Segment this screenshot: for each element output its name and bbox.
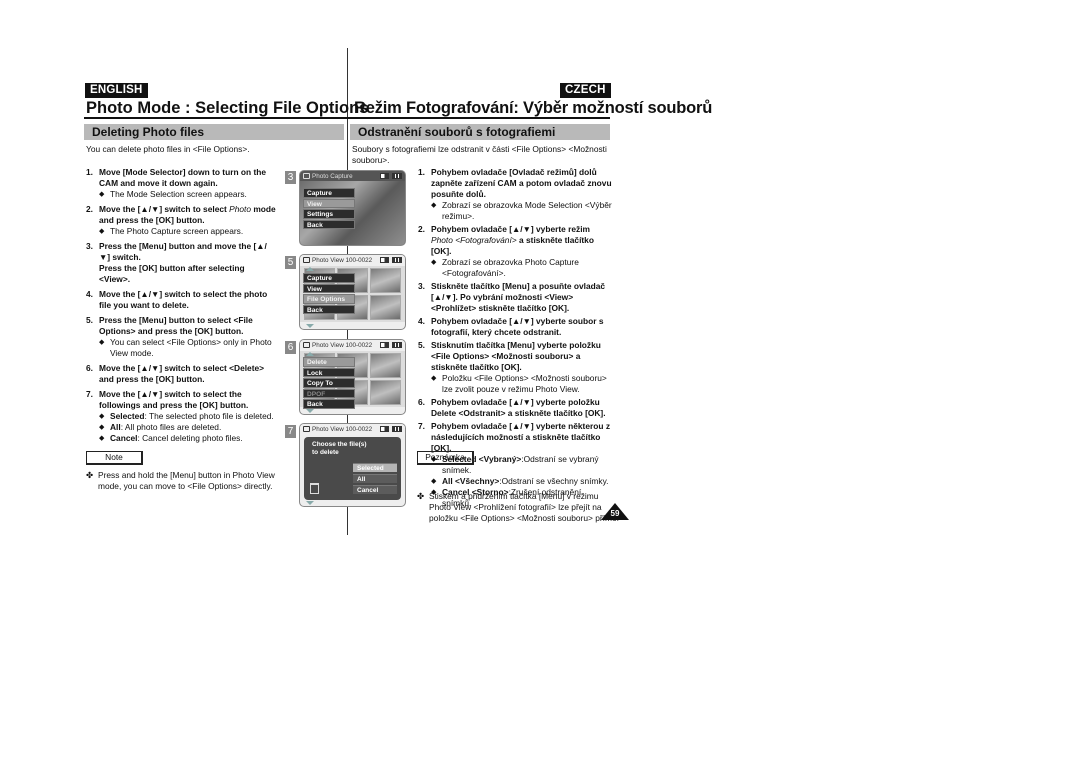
screen-step-tag: 3 [285,171,296,184]
battery-icon [392,426,402,432]
english-option-all: ◆ All: All photo files are deleted. [99,422,222,432]
czech-note-label: Poznámka [417,451,474,465]
czech-section-heading: Odstranění souborů s fotografiemi [350,124,610,140]
english-step-2-note: ◆ The Photo Capture screen appears. [99,226,244,236]
english-option-cancel: ◆ Cancel: Cancel deleting photo files. [99,433,243,443]
screen-step-tag: 6 [285,341,296,354]
page-number: 59 [610,509,620,518]
note-marker-icon: ✤ [417,491,425,501]
english-intro: You can delete photo files in <File Opti… [86,144,250,154]
quality-icon [380,173,389,179]
screen-step-tag: 7 [285,425,296,438]
menu-item-dpof: DPOF [303,388,355,399]
screen-header: Photo View 100-0022 [312,342,373,349]
scroll-down-icon[interactable] [306,324,314,328]
menu-item-copy-to[interactable]: Copy To [303,378,355,388]
english-step-4: 4. Move the [▲/▼] switch to select the p… [86,289,268,310]
thumbnail[interactable] [370,295,401,320]
menu-item-settings[interactable]: Settings [303,209,355,219]
thumbnail[interactable] [370,380,401,405]
delete-prompt: Choose the file(s) to delete [312,441,367,456]
battery-icon [392,257,402,263]
quality-icon [380,257,389,263]
english-step-1-note: ◆ The Mode Selection screen appears. [99,189,247,199]
english-step-5: 5. Press the [Menu] button to select <Fi… [86,315,276,359]
screen-photo-capture: Photo Capture Capture View Settings Back [299,170,406,246]
camera-icon [303,257,310,263]
czech-step-5: 5. Stisknutím tlačítka [Menu] vyberte po… [418,340,612,395]
menu-item-view[interactable]: View [303,283,355,294]
trash-icon [310,483,319,494]
english-step-2: 2. Move the [▲/▼] switch to select Photo… [86,204,276,236]
english-steps: 1. Move [Mode Selector] down to turn on … [86,167,276,448]
delete-dialog: Choose the file(s) to delete Selected All… [304,437,401,500]
screen-header: Photo View 100-0022 [312,257,373,264]
screen-header: Photo View 100-0022 [312,426,373,433]
battery-icon [392,173,402,179]
english-section-heading: Deleting Photo files [84,124,344,140]
camera-icon [303,426,310,432]
czech-intro: Soubory s fotografiemi lze odstranit v č… [352,144,607,165]
capture-menu: Capture View Settings Back [303,188,355,230]
english-step-6: 6. Move the [▲/▼] switch to select <Dele… [86,363,265,384]
menu-item-view[interactable]: View [303,198,355,209]
english-note-text: ✤ Press and hold the [Menu] button in Ph… [86,470,275,491]
menu-item-back[interactable]: Back [303,304,355,315]
menu-item-back[interactable]: Back [303,219,355,230]
menu-item-capture[interactable]: Capture [303,273,355,283]
note-marker-icon: ✤ [86,470,94,480]
camera-icon [303,342,310,348]
czech-step-6: 6. Pohybem ovladače [▲/▼] vyberte položk… [418,397,606,418]
scroll-down-icon[interactable] [306,501,314,505]
thumbnail[interactable] [370,353,401,378]
czech-step-4: 4. Pohybem ovladače [▲/▼] vyberte soubor… [418,316,604,337]
quality-icon [380,426,389,432]
screen-header: Photo Capture [312,173,353,180]
english-step-7: 7. Move the [▲/▼] switch to select the f… [86,389,276,444]
quality-icon [380,342,389,348]
option-cancel[interactable]: Cancel [353,485,397,494]
czech-step-3: 3. Stiskněte tlačítko [Menu] a posuňte o… [418,281,606,313]
battery-icon [392,342,402,348]
menu-item-lock[interactable]: Lock [303,367,355,378]
czech-step-1: 1. Pohybem ovladače [Ovladač režimů] dol… [418,167,612,221]
screen-step-tag: 5 [285,256,296,269]
scroll-up-icon[interactable] [306,267,314,271]
czech-page-title: Režim Fotografování: Výběr možností soub… [354,99,713,117]
menu-item-back[interactable]: Back [303,399,355,409]
english-option-selected: ◆ Selected: The selected photo file is de… [99,411,274,421]
czech-step-2-note: ◆ Zobrazí se obrazovka Photo Capture <Fot… [431,257,579,278]
menu-item-file-options[interactable]: File Options [303,294,355,304]
screen-file-options: Photo View 100-0022 Delete Lock Copy To … [299,339,406,415]
czech-step-5-note: ◆ Položku <File Options> <Možnosti soubor… [431,373,607,394]
english-step-3: 3. Press the [Menu] button and move the … [86,241,267,284]
title-rule [84,117,610,119]
english-page-title: Photo Mode : Selecting File Options [86,99,369,117]
english-language-badge: ENGLISH [85,83,148,98]
english-step-1: 1. Move [Mode Selector] down to turn on … [86,167,276,200]
view-menu: Capture View File Options Back [303,273,355,315]
menu-item-capture[interactable]: Capture [303,188,355,198]
menu-item-delete[interactable]: Delete [303,357,355,367]
english-note-label: Note [86,451,143,465]
czech-note-text: ✤ Stiskem a přidržením tlačítka [Menu] v… [417,491,619,523]
english-step-5-note: ◆ You can select <File Options> only in P… [99,337,272,358]
thumbnail[interactable] [370,268,401,293]
screen-photo-view-menu: Photo View 100-0022 Capture View File Op… [299,254,406,330]
czech-language-badge: CZECH [560,83,611,98]
scroll-up-icon[interactable] [306,352,314,356]
screen-delete-dialog: Photo View 100-0022 Choose the file(s) to… [299,423,406,507]
czech-step-2: 2. Pohybem ovladače [▲/▼] vyberte režim … [418,224,612,279]
czech-option-all: ◆ All <Všechny>:Odstraní se všechny snímk… [431,476,609,486]
option-all[interactable]: All [353,474,397,483]
camera-icon [303,173,310,179]
option-selected[interactable]: Selected [353,463,397,472]
czech-step-1-note: ◆ Zobrazí se obrazovka Mode Selection <Vý… [431,200,612,221]
file-options-menu: Delete Lock Copy To DPOF Back [303,357,355,410]
